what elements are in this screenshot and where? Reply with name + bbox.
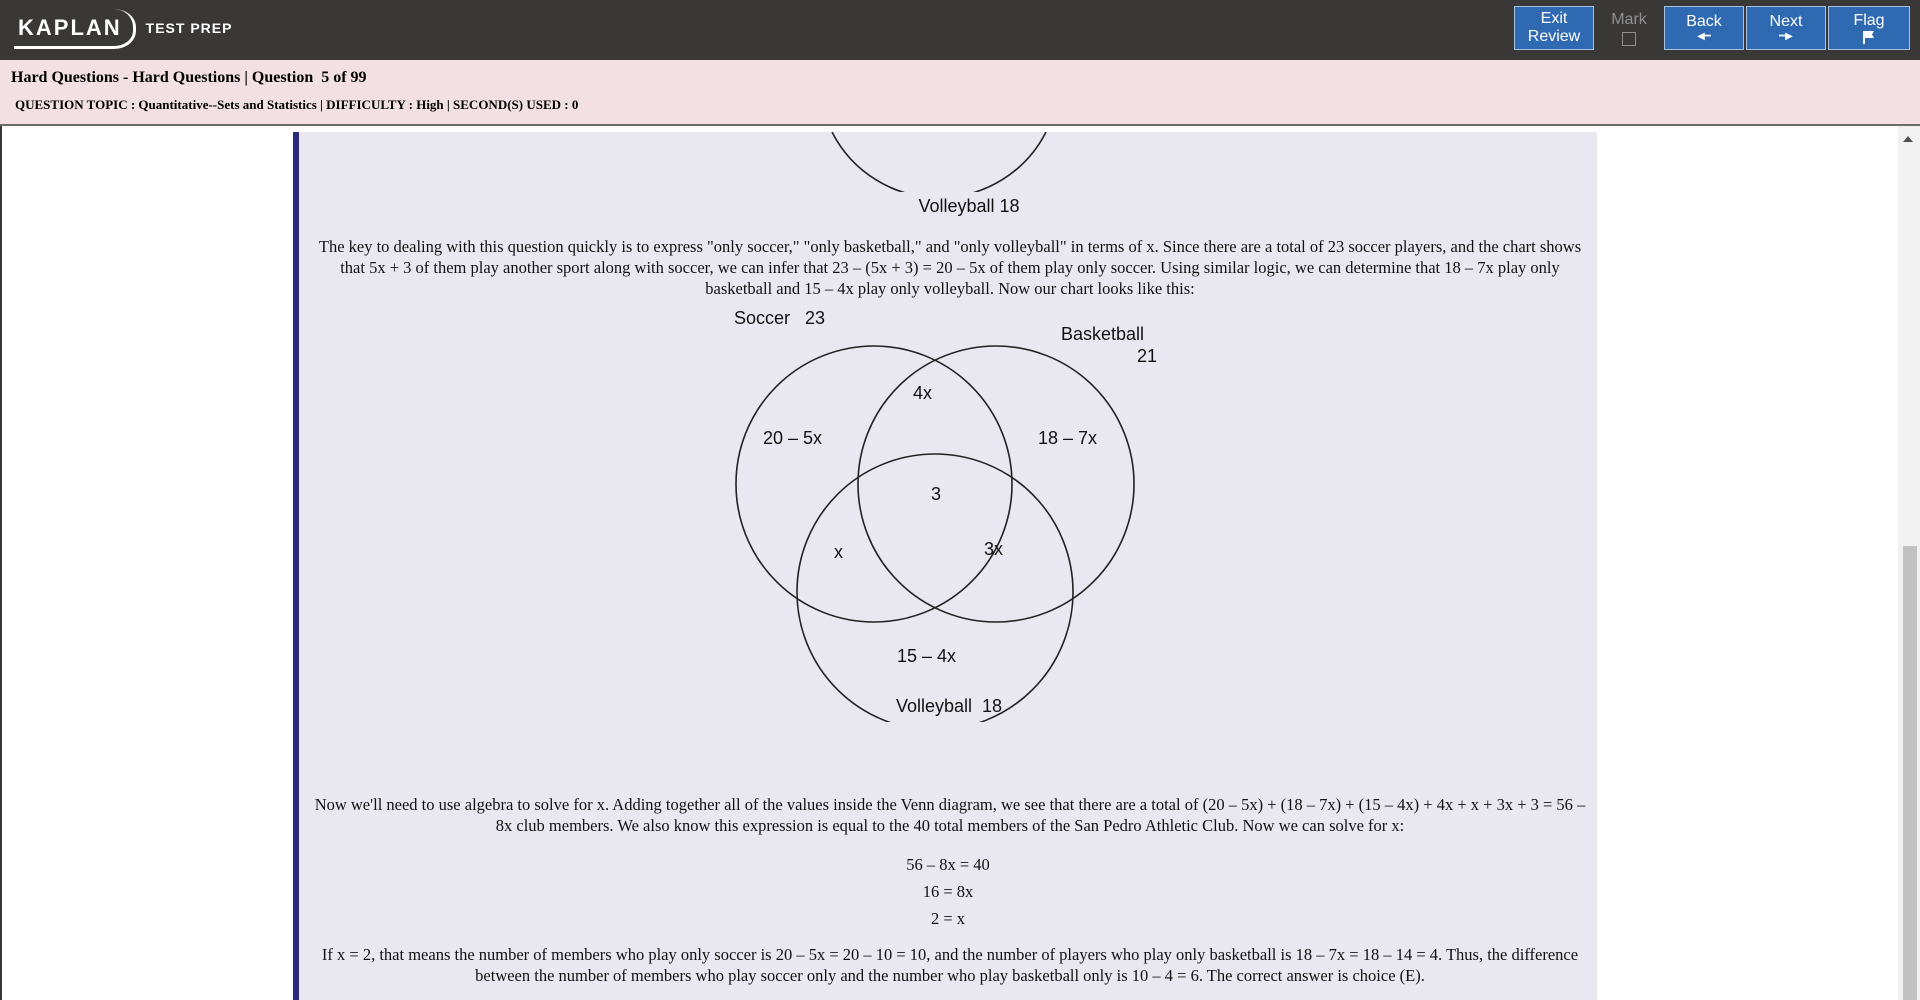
back-button[interactable]: Back ◀━ (1664, 6, 1744, 50)
flag-button[interactable]: Flag (1828, 6, 1910, 50)
top-toolbar: KAPLAN TEST PREP Exit Review Mark Back ◀… (0, 0, 1920, 60)
all-three-region: 3 (931, 484, 942, 504)
next-label: Next (1769, 13, 1803, 30)
back-label: Back (1686, 13, 1722, 30)
mark-button[interactable]: Mark (1596, 6, 1662, 50)
explanation-panel: Volleyball 18 The key to dealing with th… (293, 132, 1597, 1000)
mark-label: Mark (1611, 10, 1647, 28)
equation-1: 56 – 8x = 40 (906, 855, 990, 874)
basketball-count: 21 (1137, 346, 1158, 366)
basketball-label: Basketball (1061, 324, 1145, 344)
question-meta: QUESTION TOPIC : Quantitative--Sets and … (15, 97, 579, 112)
explanation-paragraph-1: The key to dealing with this question qu… (318, 237, 1582, 298)
exit-review-label-line2: Review (1527, 28, 1581, 45)
next-button[interactable]: Next ━▶ (1746, 6, 1826, 50)
kaplan-logo: KAPLAN TEST PREP (14, 8, 233, 49)
explanation-paragraph-3: If x = 2, that means the number of membe… (321, 945, 1579, 985)
scroll-up-arrow-icon[interactable] (1903, 136, 1913, 142)
flag-icon (1863, 31, 1874, 44)
arrow-right-icon: ━▶ (1779, 31, 1793, 42)
logo-wordmark: KAPLAN (14, 9, 136, 49)
only-soccer-region: 20 – 5x (763, 428, 823, 448)
exit-review-button[interactable]: Exit Review (1514, 6, 1594, 50)
only-volleyball-region: 15 – 4x (897, 646, 957, 666)
mark-checkbox-icon (1622, 31, 1636, 46)
equation-3: 2 = x (930, 909, 966, 928)
left-border (0, 126, 2, 1000)
equation-2: 16 = 8x (922, 882, 974, 901)
explanation-paragraph-2: Now we'll need to use algebra to solve f… (314, 795, 1586, 835)
only-basketball-region: 18 – 7x (1038, 428, 1098, 448)
basketball-volleyball-region: 3x (984, 539, 1004, 559)
flag-label: Flag (1853, 12, 1885, 29)
soccer-volleyball-region: x (834, 542, 843, 562)
exit-review-label-line1: Exit (1540, 10, 1568, 27)
arrow-left-icon: ◀━ (1697, 31, 1711, 42)
question-header: Hard Questions - Hard Questions | Questi… (0, 60, 1920, 126)
soccer-basketball-region: 4x (913, 383, 933, 403)
nav-buttons: Exit Review Mark Back ◀━ Next ━▶ Flag (1514, 6, 1910, 50)
volleyball-label: Volleyball 18 (895, 696, 1003, 716)
top-diagram-volleyball-label: Volleyball 18 (918, 196, 1020, 216)
question-title: Hard Questions - Hard Questions | Questi… (11, 69, 367, 86)
previous-diagram-arc (831, 132, 1047, 192)
logo-subtitle: TEST PREP (145, 20, 233, 36)
vertical-scrollbar[interactable] (1898, 126, 1920, 1000)
scrollbar-thumb[interactable] (1903, 546, 1917, 1000)
soccer-label: Soccer 23 (734, 308, 826, 328)
venn-labels: Soccer 23 Basketball 21 4x 20 – 5x 18 – … (299, 302, 1597, 722)
